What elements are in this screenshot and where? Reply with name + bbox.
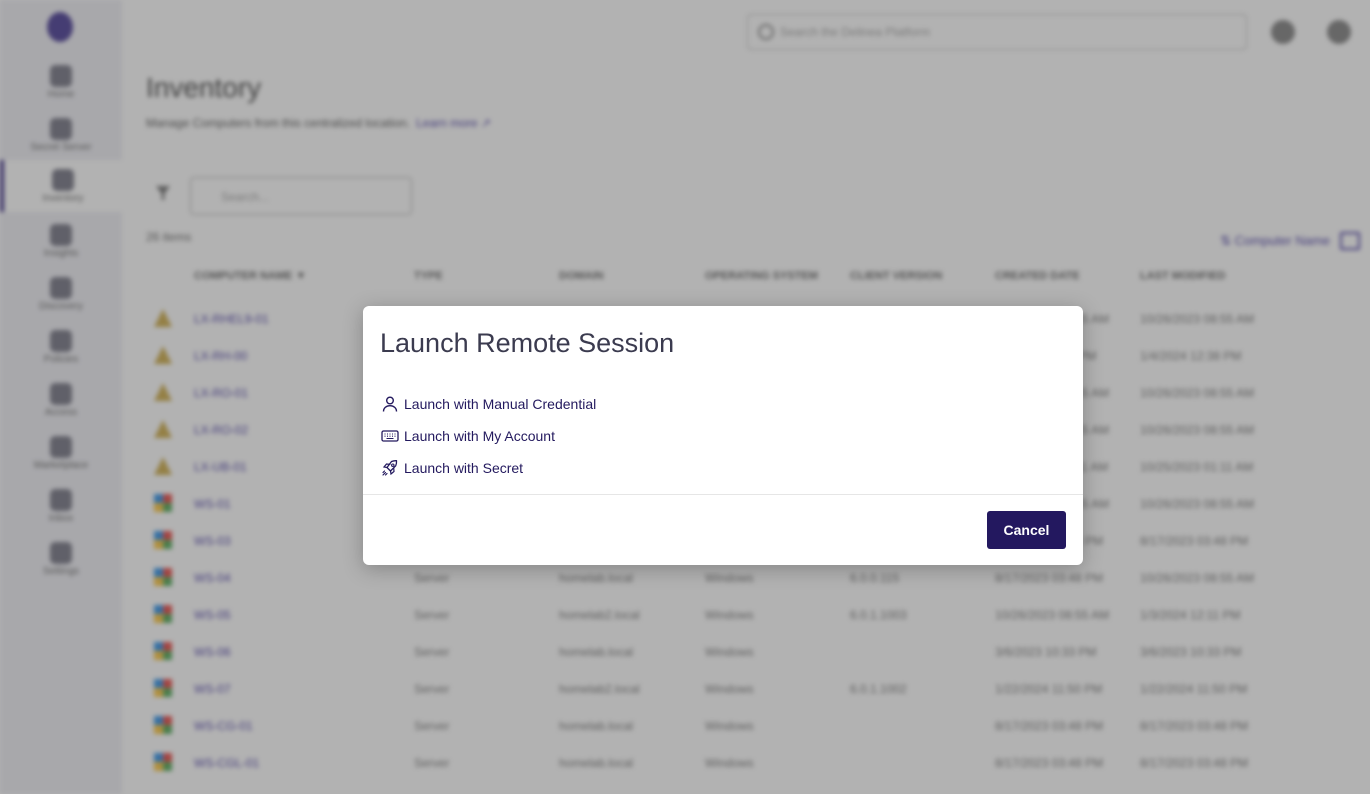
launch-remote-session-dialog: Launch Remote Session Launch with Manual… xyxy=(363,306,1083,565)
option-label: Launch with Secret xyxy=(404,460,524,476)
launch-my-account-option[interactable]: Launch with My Account xyxy=(381,425,555,447)
user-icon xyxy=(382,396,398,412)
launch-manual-credential-option[interactable]: Launch with Manual Credential xyxy=(381,393,596,415)
dialog-divider xyxy=(363,494,1083,495)
option-label: Launch with My Account xyxy=(404,428,555,444)
option-label: Launch with Manual Credential xyxy=(404,396,597,412)
keyboard-icon xyxy=(381,430,399,442)
launch-secret-option[interactable]: Launch with Secret xyxy=(381,457,523,479)
cancel-button[interactable]: Cancel xyxy=(987,511,1066,549)
rocket-icon xyxy=(382,460,398,476)
dialog-title: Launch Remote Session xyxy=(380,328,675,358)
